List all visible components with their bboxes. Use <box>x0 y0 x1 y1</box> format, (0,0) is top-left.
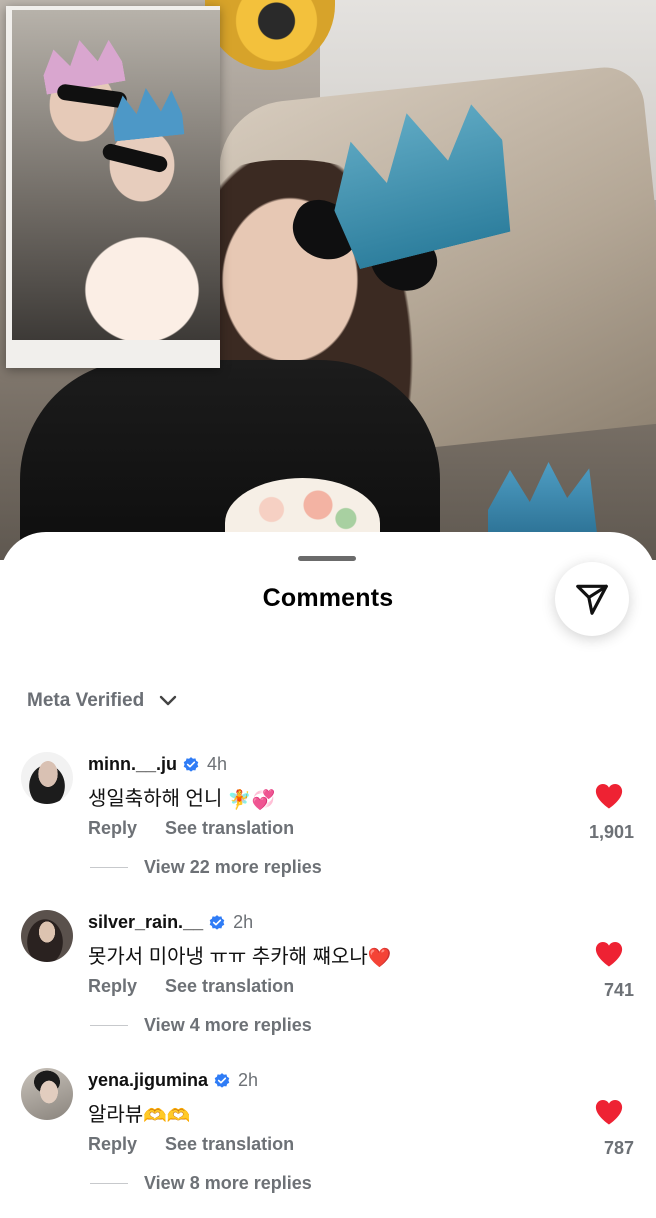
post-photo <box>0 0 656 560</box>
username[interactable]: silver_rain.__ <box>88 912 203 933</box>
verified-badge-icon <box>214 1072 230 1088</box>
chevron-down-icon <box>160 695 177 706</box>
view-replies-button[interactable]: View 4 more replies <box>90 1015 312 1036</box>
comment-header: yena.jigumina 2h <box>88 1070 258 1091</box>
see-translation-button[interactable]: See translation <box>165 1134 294 1155</box>
view-replies-button[interactable]: View 22 more replies <box>90 857 322 878</box>
comment-text: 알라뷰🫶🫶 <box>88 1098 191 1128</box>
see-translation-button[interactable]: See translation <box>165 818 294 839</box>
paper-plane-icon <box>576 584 608 615</box>
view-replies-label: View 22 more replies <box>144 857 322 877</box>
comment-time: 2h <box>233 912 254 932</box>
polaroid-pink-crown <box>38 33 125 94</box>
polaroid-sunglasses <box>101 142 169 174</box>
sheet-grabber[interactable] <box>298 556 356 561</box>
comments-sheet: Comments Meta Verified minn.__.ju 4h 생일축… <box>0 532 656 1200</box>
comment-emojis: ❤️ <box>367 948 392 969</box>
photo-polaroid <box>6 6 220 368</box>
like-count: 787 <box>603 1138 634 1158</box>
heart-filled-icon[interactable] <box>594 782 624 810</box>
comment-text: 못가서 미아냉 ㅠㅠ 추카해 쨰오나❤️ <box>88 940 392 970</box>
photo-crown-small <box>488 462 598 542</box>
photo-plush-toy <box>205 0 335 70</box>
reply-button[interactable]: Reply <box>88 976 137 997</box>
like-count: 1,901 <box>588 822 634 842</box>
view-replies-label: View 8 more replies <box>144 1173 312 1193</box>
comment-text: 생일축하해 언니 🧚💞 <box>88 782 275 812</box>
verified-badge-icon <box>209 914 225 930</box>
username[interactable]: minn.__.ju <box>88 754 177 775</box>
comment-body: 알라뷰 <box>88 1104 144 1126</box>
reply-divider-line <box>90 1025 128 1026</box>
comment-header: silver_rain.__ 2h <box>88 912 253 933</box>
reply-divider-line <box>90 1183 128 1184</box>
reply-button[interactable]: Reply <box>88 1134 137 1155</box>
like-count: 741 <box>603 980 634 1000</box>
comment-emojis: 🫶🫶 <box>143 1106 191 1127</box>
polaroid-image <box>12 10 220 340</box>
comment-item: yena.jigumina 2h 알라뷰🫶🫶 Reply See transla… <box>0 1068 656 1218</box>
polaroid-sunglasses <box>56 83 128 109</box>
heart-filled-icon[interactable] <box>594 1098 624 1126</box>
comment-actions: Reply See translation <box>88 1134 294 1155</box>
comment-actions: Reply See translation <box>88 976 294 997</box>
see-translation-button[interactable]: See translation <box>165 976 294 997</box>
verified-badge-icon <box>183 756 199 772</box>
avatar[interactable] <box>21 752 73 804</box>
comment-time: 2h <box>238 1070 259 1090</box>
comment-body: 못가서 미아냉 ㅠㅠ 추카해 쨰오나 <box>88 946 368 968</box>
comment-emojis: 🧚💞 <box>227 790 276 811</box>
comment-body: 생일축하해 언니 <box>88 788 223 810</box>
reply-divider-line <box>90 867 128 868</box>
reply-button[interactable]: Reply <box>88 818 137 839</box>
comment-filter-dropdown[interactable]: Meta Verified <box>27 690 178 712</box>
filter-label: Meta Verified <box>27 690 145 711</box>
heart-filled-icon[interactable] <box>594 940 624 968</box>
avatar[interactable] <box>21 1068 73 1120</box>
comment-actions: Reply See translation <box>88 818 294 839</box>
comment-header: minn.__.ju 4h <box>88 754 227 775</box>
view-replies-label: View 4 more replies <box>144 1015 312 1035</box>
share-button[interactable] <box>555 562 629 636</box>
avatar[interactable] <box>21 910 73 962</box>
username[interactable]: yena.jigumina <box>88 1070 208 1091</box>
comment-item: silver_rain.__ 2h 못가서 미아냉 ㅠㅠ 추카해 쨰오나❤️ R… <box>0 910 656 1060</box>
view-replies-button[interactable]: View 8 more replies <box>90 1173 312 1194</box>
comment-item: minn.__.ju 4h 생일축하해 언니 🧚💞 Reply See tran… <box>0 752 656 902</box>
comment-time: 4h <box>207 754 228 774</box>
